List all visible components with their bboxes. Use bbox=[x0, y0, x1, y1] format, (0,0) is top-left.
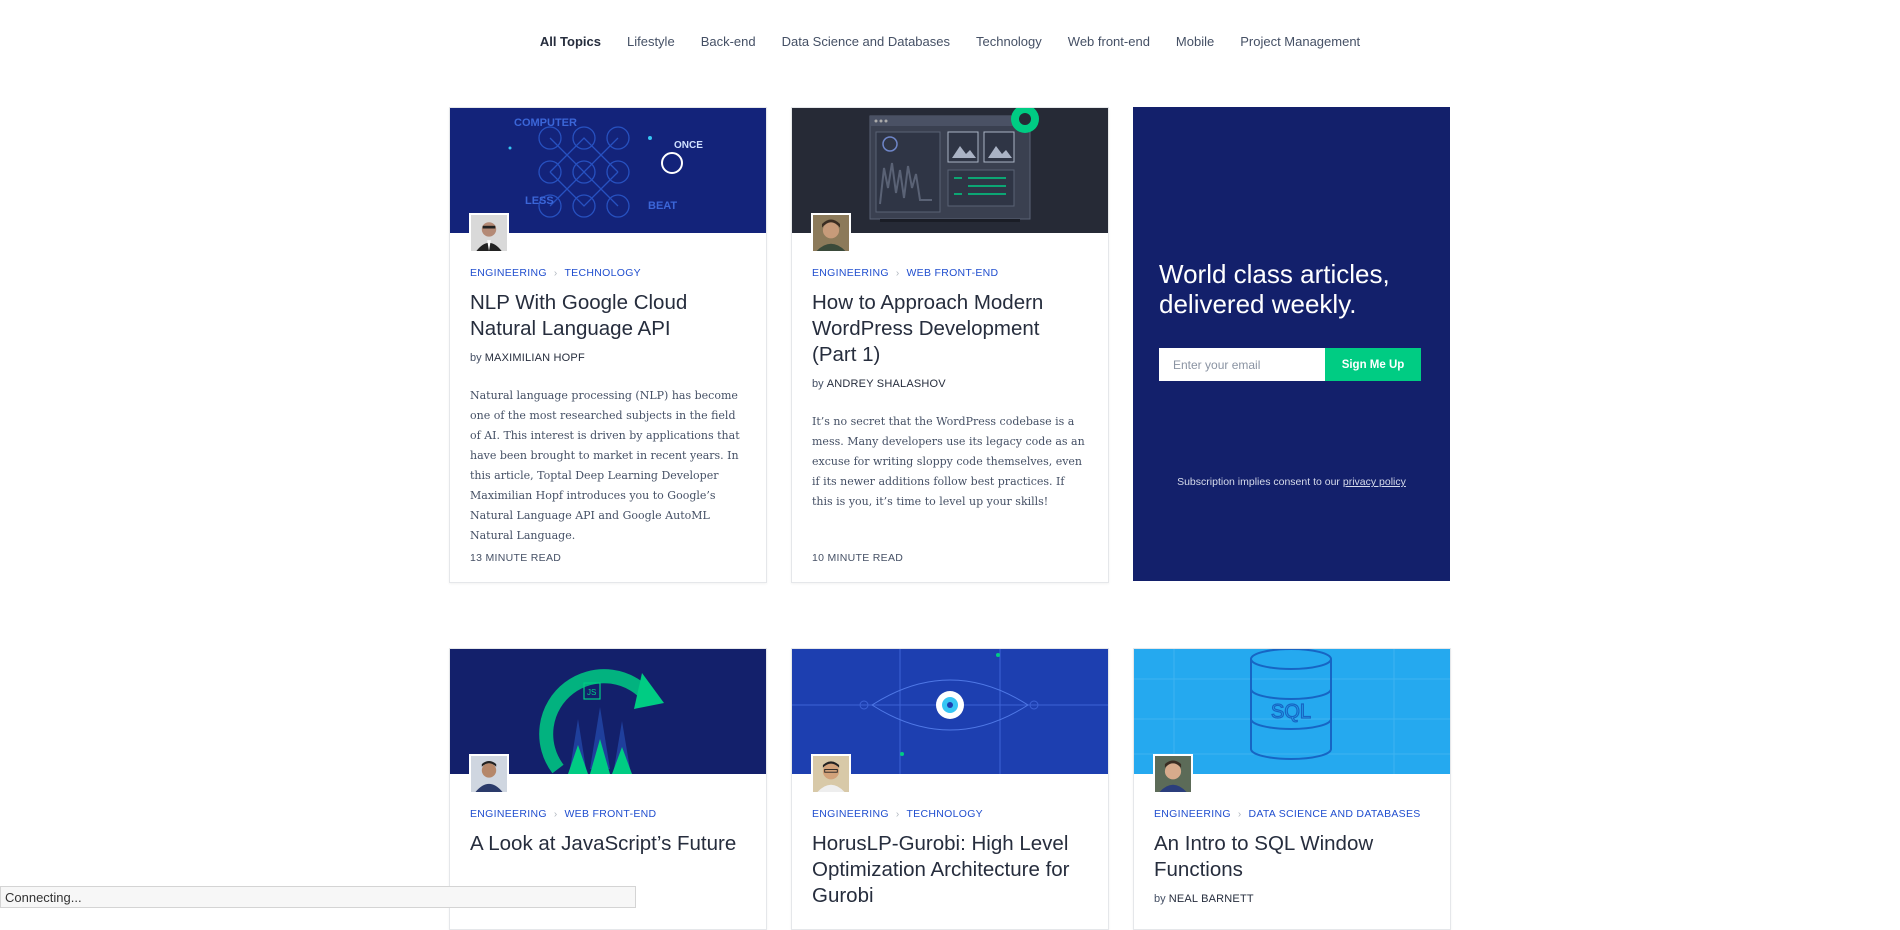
article-card[interactable]: SQL Engineering › Data Science and Datab… bbox=[1133, 648, 1451, 930]
category-link[interactable]: Engineering bbox=[812, 808, 889, 820]
author-name[interactable]: Andrey Shalashov bbox=[827, 378, 946, 390]
article-categories: Engineering › Web front-end bbox=[470, 808, 746, 820]
chevron-right-icon: › bbox=[553, 808, 558, 820]
hero-word: JS bbox=[587, 688, 596, 697]
article-title[interactable]: HorusLP-Gurobi: High Level Optimization … bbox=[812, 831, 1088, 909]
article-card[interactable]: Engineering › Technology HorusLP-Gurobi:… bbox=[791, 648, 1109, 930]
signup-form: Sign Me Up bbox=[1159, 348, 1421, 381]
article-excerpt: It’s no secret that the WordPress codeba… bbox=[812, 415, 1085, 508]
article-categories: Engineering › Technology bbox=[470, 267, 746, 279]
category-link[interactable]: Engineering bbox=[470, 808, 547, 820]
article-card[interactable]: COMPUTER ONCE LESS BEAT Engineering › Te… bbox=[449, 107, 767, 583]
sign-me-up-button[interactable]: Sign Me Up bbox=[1325, 348, 1421, 381]
topic-mobile[interactable]: Mobile bbox=[1176, 34, 1214, 49]
category-link[interactable]: Engineering bbox=[470, 267, 547, 279]
signup-headline: World class articles, delivered weekly. bbox=[1159, 259, 1390, 319]
author-avatar[interactable] bbox=[811, 754, 851, 794]
article-card[interactable]: Engineering › Web front-end How to Appro… bbox=[791, 107, 1109, 583]
email-input[interactable] bbox=[1159, 348, 1325, 381]
chevron-right-icon: › bbox=[895, 267, 900, 279]
author-avatar[interactable] bbox=[1153, 754, 1193, 794]
article-byline: by Andrey Shalashov bbox=[812, 378, 1088, 390]
article-byline: by Maximilian Hopf bbox=[470, 352, 746, 364]
hero-word: BEAT bbox=[648, 200, 677, 212]
category-link[interactable]: Web front-end bbox=[564, 808, 656, 820]
article-byline: by Neal Barnett bbox=[1154, 893, 1430, 905]
author-name[interactable]: Maximilian Hopf bbox=[485, 352, 585, 364]
hero-word: SQL bbox=[1271, 701, 1311, 723]
browser-status-bar: Connecting... bbox=[0, 886, 636, 908]
article-title[interactable]: An Intro to SQL Window Functions bbox=[1154, 831, 1430, 883]
category-link[interactable]: Technology bbox=[564, 267, 641, 279]
hero-word: COMPUTER bbox=[514, 117, 577, 129]
chevron-right-icon: › bbox=[553, 267, 558, 279]
article-categories: Engineering › Technology bbox=[812, 808, 1088, 820]
author-avatar[interactable] bbox=[811, 213, 851, 253]
topic-all[interactable]: All Topics bbox=[540, 34, 601, 49]
topic-back-end[interactable]: Back-end bbox=[701, 34, 756, 49]
author-avatar[interactable] bbox=[469, 213, 509, 253]
byline-prefix: by bbox=[812, 378, 824, 390]
topic-lifestyle[interactable]: Lifestyle bbox=[627, 34, 675, 49]
hero-word: LESS bbox=[525, 195, 554, 207]
category-link[interactable]: Technology bbox=[906, 808, 983, 820]
topic-nav: All Topics Lifestyle Back-end Data Scien… bbox=[0, 34, 1900, 49]
category-link[interactable]: Web front-end bbox=[906, 267, 998, 279]
consent-label: Subscription implies consent to our bbox=[1177, 476, 1340, 488]
article-categories: Engineering › Data Science and Databases bbox=[1154, 808, 1430, 820]
category-link[interactable]: Data Science and Databases bbox=[1248, 808, 1420, 820]
read-time: 13 minute read bbox=[470, 552, 562, 564]
read-time: 10 minute read bbox=[812, 552, 904, 564]
article-title[interactable]: How to Approach Modern WordPress Develop… bbox=[812, 290, 1088, 368]
hero-word: ONCE bbox=[674, 140, 703, 151]
topic-data-science[interactable]: Data Science and Databases bbox=[782, 34, 950, 49]
article-excerpt: Natural language processing (NLP) has be… bbox=[470, 389, 740, 542]
category-link[interactable]: Engineering bbox=[812, 267, 889, 279]
privacy-policy-link[interactable]: privacy policy bbox=[1343, 476, 1406, 488]
byline-prefix: by bbox=[470, 352, 482, 364]
byline-prefix: by bbox=[1154, 893, 1166, 905]
chevron-right-icon: › bbox=[895, 808, 900, 820]
topic-project-management[interactable]: Project Management bbox=[1240, 34, 1360, 49]
article-title[interactable]: NLP With Google Cloud Natural Language A… bbox=[470, 290, 746, 342]
consent-text: Subscription implies consent to our priv… bbox=[1133, 476, 1450, 488]
topic-technology[interactable]: Technology bbox=[976, 34, 1042, 49]
newsletter-signup: World class articles, delivered weekly. … bbox=[1133, 107, 1450, 581]
article-categories: Engineering › Web front-end bbox=[812, 267, 1088, 279]
topic-web-front-end[interactable]: Web front-end bbox=[1068, 34, 1150, 49]
category-link[interactable]: Engineering bbox=[1154, 808, 1231, 820]
author-avatar[interactable] bbox=[469, 754, 509, 794]
author-name[interactable]: Neal Barnett bbox=[1169, 893, 1254, 905]
chevron-right-icon: › bbox=[1237, 808, 1242, 820]
article-title[interactable]: A Look at JavaScript’s Future bbox=[470, 831, 746, 857]
